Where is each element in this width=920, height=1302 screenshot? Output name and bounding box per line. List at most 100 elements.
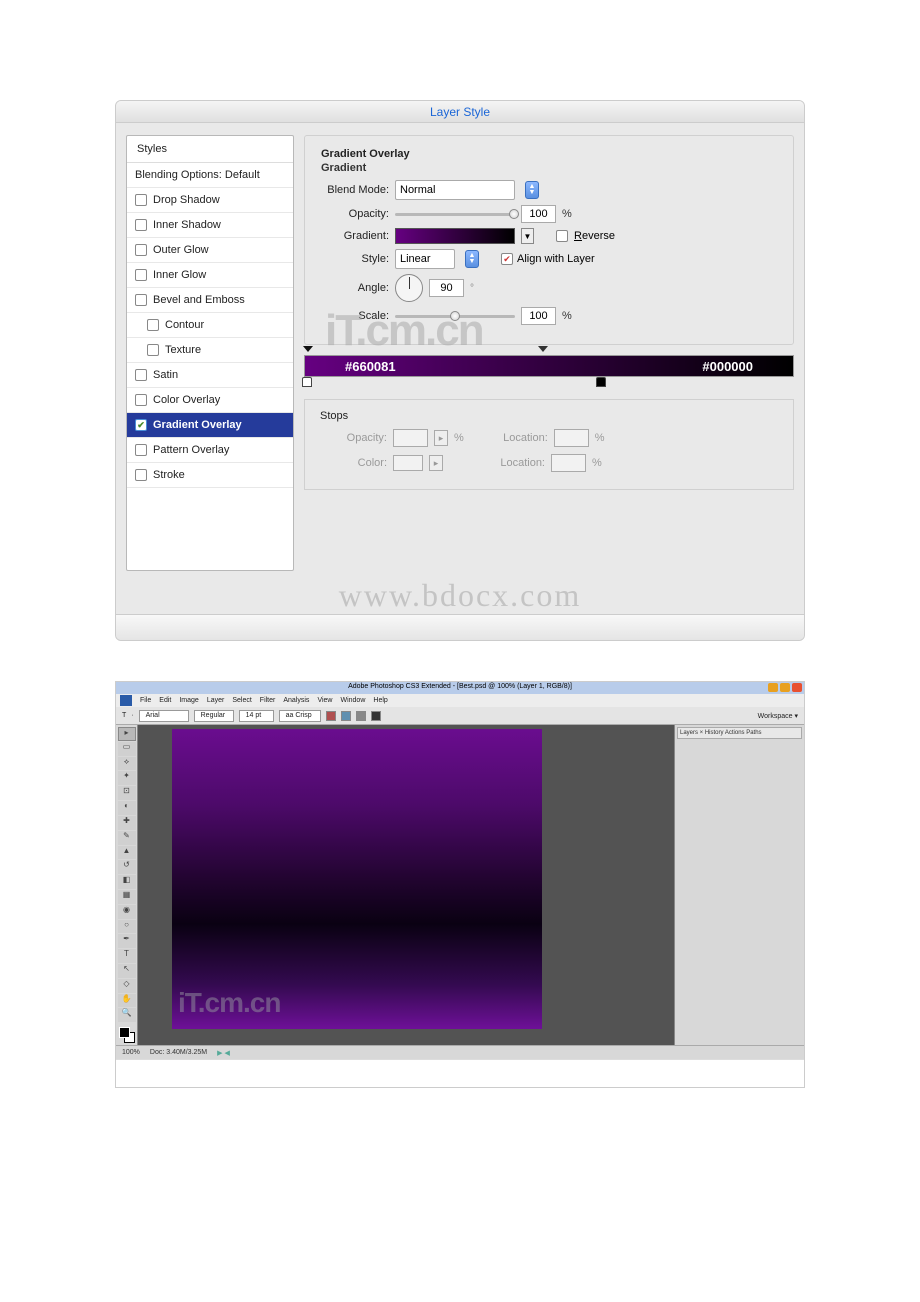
styles-checkbox[interactable] — [135, 219, 147, 231]
menu-filter[interactable]: Filter — [260, 697, 276, 704]
color-stop-right[interactable] — [596, 377, 608, 391]
tool-type[interactable]: T — [118, 949, 136, 963]
styles-checkbox[interactable] — [135, 469, 147, 481]
tool-hand[interactable]: ✋ — [118, 994, 136, 1008]
opt-workspace[interactable]: Workspace ▾ — [758, 712, 798, 720]
styles-checkbox[interactable] — [135, 294, 147, 306]
opt-size[interactable]: 14 pt — [239, 710, 274, 722]
fg-bg-swatches[interactable] — [119, 1027, 135, 1043]
opt-swatch-1[interactable] — [326, 711, 336, 721]
tool-dodge[interactable]: ○ — [118, 920, 136, 934]
styles-item-gradient-overlay[interactable]: ✔Gradient Overlay — [127, 413, 293, 438]
menu-view[interactable]: View — [317, 697, 332, 704]
styles-checkbox[interactable]: ✔ — [135, 419, 147, 431]
styles-checkbox[interactable] — [135, 444, 147, 456]
tool-zoom[interactable]: 🔍 — [118, 1008, 136, 1022]
menu-layer[interactable]: Layer — [207, 697, 225, 704]
styles-item-outer-glow[interactable]: Outer Glow — [127, 238, 293, 263]
opt-swatch-3[interactable] — [356, 711, 366, 721]
styles-item-satin[interactable]: Satin — [127, 363, 293, 388]
menu-help[interactable]: Help — [373, 697, 387, 704]
status-zoom[interactable]: 100% — [122, 1049, 140, 1056]
styles-item-stroke[interactable]: Stroke — [127, 463, 293, 488]
ps-titlebar[interactable]: Adobe Photoshop CS3 Extended - [Best.psd… — [116, 682, 804, 694]
color-stop-left[interactable] — [302, 377, 314, 391]
menu-analysis[interactable]: Analysis — [283, 697, 309, 704]
opt-swatch-2[interactable] — [341, 711, 351, 721]
gradient-bar[interactable]: #660081 #000000 — [304, 355, 794, 377]
styles-item-drop-shadow[interactable]: Drop Shadow — [127, 188, 293, 213]
tool-shape[interactable]: ◇ — [118, 979, 136, 993]
angle-input[interactable] — [429, 279, 464, 297]
styles-checkbox[interactable] — [135, 244, 147, 256]
angle-knob[interactable] — [395, 274, 423, 302]
tool-pen[interactable]: ✒ — [118, 934, 136, 948]
dialog-titlebar[interactable]: Layer Style — [116, 101, 804, 123]
tool-history[interactable]: ↺ — [118, 860, 136, 874]
ps-canvas[interactable]: iT.cm.cn — [172, 729, 542, 1029]
styles-checkbox[interactable] — [135, 269, 147, 281]
styles-checkbox[interactable] — [135, 369, 147, 381]
menu-edit[interactable]: Edit — [159, 697, 171, 704]
styles-item-color-overlay[interactable]: Color Overlay — [127, 388, 293, 413]
opt-aa[interactable]: aa Crisp — [279, 710, 321, 722]
ps-canvas-area[interactable]: iT.cm.cn — [138, 725, 674, 1045]
tool-heal[interactable]: ✚ — [118, 816, 136, 830]
tool-wand[interactable]: ✦ — [118, 771, 136, 785]
tool-gradient[interactable]: ▦ — [118, 890, 136, 904]
styles-item-pattern-overlay[interactable]: Pattern Overlay — [127, 438, 293, 463]
scale-slider[interactable] — [395, 315, 515, 318]
tool-path[interactable]: ↖ — [118, 964, 136, 978]
styles-checkbox[interactable] — [135, 194, 147, 206]
menu-select[interactable]: Select — [232, 697, 251, 704]
ps-right-panels[interactable]: Layers × History Actions Paths — [674, 725, 804, 1045]
styles-checkbox[interactable] — [147, 319, 159, 331]
scale-input[interactable] — [521, 307, 556, 325]
blend-mode-select[interactable]: Normal — [395, 180, 515, 200]
opacity-input[interactable] — [521, 205, 556, 223]
styles-item-blending-options-default[interactable]: Blending Options: Default — [127, 163, 293, 188]
styles-list-header[interactable]: Styles — [127, 136, 293, 163]
tool-stamp[interactable]: ▲ — [118, 846, 136, 860]
tool-eyedrop[interactable]: ◐ — [118, 801, 136, 815]
opt-color-swatch[interactable] — [371, 711, 381, 721]
opt-weight[interactable]: Regular — [194, 710, 234, 722]
reverse-checkbox[interactable] — [556, 230, 568, 242]
tool-lasso[interactable]: ⟡ — [118, 757, 136, 771]
opacity-stop-left[interactable] — [302, 343, 314, 355]
blend-mode-arrows-icon[interactable]: ▲▼ — [525, 181, 539, 199]
ps-menubar[interactable]: File Edit Image Layer Select Filter Anal… — [116, 694, 804, 707]
styles-item-bevel-and-emboss[interactable]: Bevel and Emboss — [127, 288, 293, 313]
tool-eraser[interactable]: ◧ — [118, 875, 136, 889]
menu-window[interactable]: Window — [340, 697, 365, 704]
gradient-dropdown-icon[interactable]: ▼ — [521, 228, 534, 244]
tool-marquee[interactable]: ▭ — [118, 742, 136, 756]
tool-blur[interactable]: ◉ — [118, 905, 136, 919]
style-arrows-icon[interactable]: ▲▼ — [465, 250, 479, 268]
ps-toolbox[interactable]: ▸ ▭ ⟡ ✦ ⊡ ◐ ✚ ✎ ▲ ↺ ◧ ▦ ◉ ○ ✒ T ↖ — [116, 725, 138, 1045]
tool-crop[interactable]: ⊡ — [118, 786, 136, 800]
opacity-slider[interactable] — [395, 213, 515, 216]
opacity-stop-mid[interactable] — [537, 343, 549, 355]
gradient-preview[interactable] — [395, 228, 515, 244]
close-icon[interactable] — [792, 683, 802, 692]
style-select[interactable]: Linear — [395, 249, 455, 269]
tool-move[interactable]: ▸ — [118, 727, 136, 741]
maximize-icon[interactable] — [780, 683, 790, 692]
panel-tabs[interactable]: Layers × History Actions Paths — [677, 727, 802, 739]
minimize-icon[interactable] — [768, 683, 778, 692]
styles-item-inner-shadow[interactable]: Inner Shadow — [127, 213, 293, 238]
styles-item-contour[interactable]: Contour — [127, 313, 293, 338]
opt-font[interactable]: Arial — [139, 710, 189, 722]
styles-item-inner-glow[interactable]: Inner Glow — [127, 263, 293, 288]
opacity-slider-thumb[interactable] — [509, 209, 519, 219]
align-checkbox[interactable]: ✔ — [501, 253, 513, 265]
menu-image[interactable]: Image — [179, 697, 198, 704]
styles-checkbox[interactable] — [147, 344, 159, 356]
scale-slider-thumb[interactable] — [450, 311, 460, 321]
ps-options-bar[interactable]: T · Arial Regular 14 pt aa Crisp Workspa… — [116, 707, 804, 725]
tool-brush[interactable]: ✎ — [118, 831, 136, 845]
opt-type-icon[interactable]: T — [122, 712, 126, 719]
styles-checkbox[interactable] — [135, 394, 147, 406]
styles-item-texture[interactable]: Texture — [127, 338, 293, 363]
